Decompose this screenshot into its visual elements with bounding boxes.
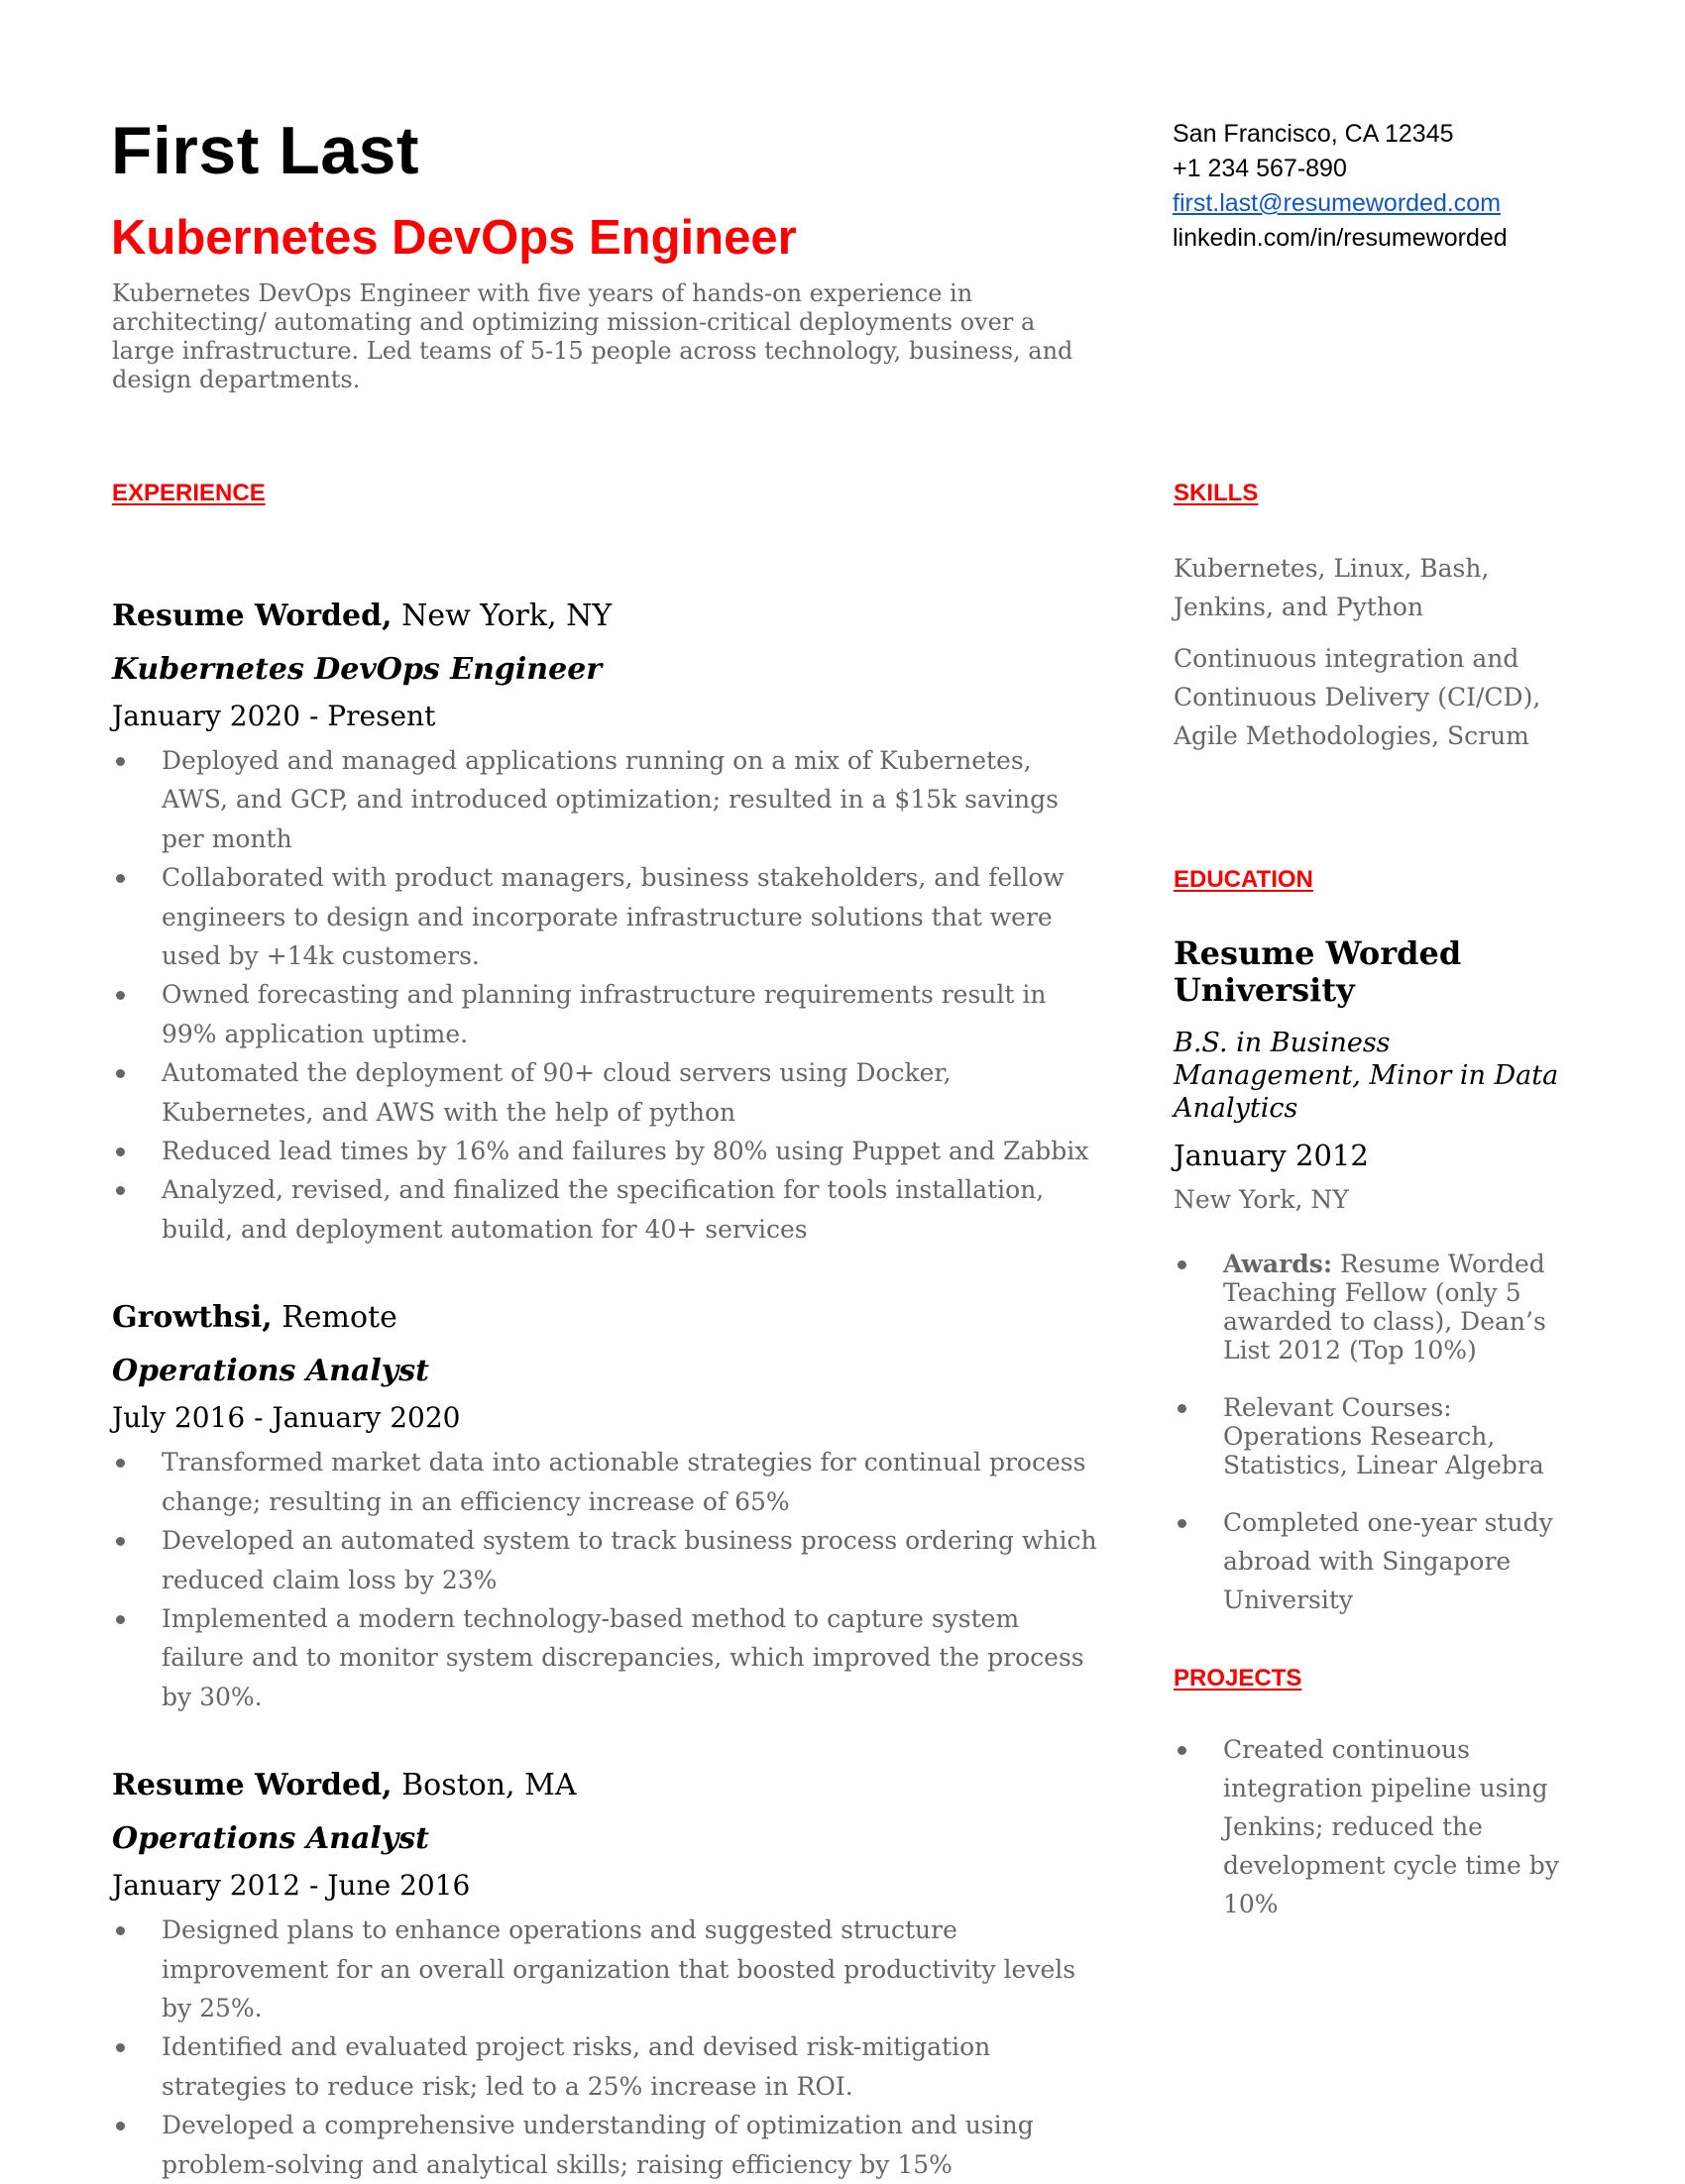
job-bullet: Owned forecasting and planning infrastru… [112, 975, 1103, 1053]
bullet-dot-icon [116, 1186, 125, 1196]
job-bullets: Designed plans to enhance operations and… [112, 1911, 1103, 2184]
bullet-dot-icon [116, 991, 125, 1001]
education-location: New York, NY [1174, 1185, 1349, 1214]
bullet-dot-icon [1178, 1519, 1186, 1528]
contact-location: San Francisco, CA 12345 [1173, 120, 1454, 148]
skills-item: Continuous integration and Continuous De… [1174, 644, 1541, 750]
projects-heading: PROJECTS [1174, 1665, 1302, 1692]
job-role: Operations Analyst [112, 1821, 429, 1857]
bullet-dot-icon [116, 757, 125, 766]
education-bullet: Awards: Resume Worded Teaching Fellow (o… [1174, 1250, 1570, 1365]
job-entry: Resume Worded, Boston, MA Operations Ana… [112, 1766, 1103, 2184]
job-dates: January 2020 - Present [112, 700, 436, 732]
contact-email-link[interactable]: first.last@resumeworded.com [1173, 189, 1501, 217]
job-location: New York, NY [392, 599, 613, 633]
education-bullet: Completed one-year study abroad with Sin… [1174, 1503, 1570, 1619]
bullet-dot-icon [116, 1459, 125, 1469]
job-bullet: Implemented a modern technology-based me… [112, 1599, 1103, 1716]
skills-item: Kubernetes, Linux, Bash, Jenkins, and Py… [1174, 554, 1490, 621]
contact-linkedin: linkedin.com/in/resumeworded [1173, 224, 1508, 252]
contact-block: San Francisco, CA 12345 +1 234 567-890 f… [1173, 117, 1508, 256]
project-bullet: Created continuous integration pipeline … [1174, 1730, 1570, 1923]
summary: Kubernetes DevOps Engineer with five yea… [112, 279, 1073, 393]
job-company: Growthsi, [112, 1300, 273, 1336]
job-role: Kubernetes DevOps Engineer [112, 652, 603, 687]
bullet-dot-icon [116, 1069, 125, 1079]
bullet-dot-icon [116, 1926, 125, 1936]
job-dates: January 2012 - June 2016 [112, 1869, 471, 1903]
job-bullet: Developed an automated system to track b… [112, 1521, 1103, 1599]
job-company-line: Resume Worded, Boston, MA [112, 1766, 1103, 1805]
job-location: Remote [272, 1300, 397, 1336]
bullet-dot-icon [116, 1614, 125, 1624]
job-location: Boston, MA [392, 1768, 577, 1803]
education-heading: EDUCATION [1174, 866, 1313, 893]
job-bullet: Developed a comprehensive understanding … [112, 2106, 1103, 2184]
job-dates: July 2016 - January 2020 [112, 1401, 461, 1435]
candidate-name: First Last [111, 113, 420, 188]
job-bullet: Automated the deployment of 90+ cloud se… [112, 1053, 1103, 1132]
education-date: January 2012 [1174, 1139, 1369, 1172]
bullet-dot-icon [1178, 1260, 1186, 1269]
job-company: Resume Worded, [112, 599, 393, 633]
education-section: Resume Worded University B.S. in Busines… [1174, 935, 1570, 1619]
bullet-dot-icon [116, 2122, 125, 2131]
resume-page: First Last Kubernetes DevOps Engineer Ku… [0, 0, 1685, 2180]
education-bullet: Relevant Courses: Operations Research, S… [1174, 1393, 1570, 1479]
job-bullet: Designed plans to enhance operations and… [112, 1911, 1103, 2027]
job-entry: Growthsi, Remote Operations Analyst July… [112, 1298, 1103, 1716]
job-bullet: Collaborated with product managers, busi… [112, 858, 1103, 975]
job-entry: Resume Worded, New York, NY Kubernetes D… [112, 597, 1103, 1249]
skills-heading: SKILLS [1174, 480, 1259, 506]
job-company-line: Growthsi, Remote [112, 1298, 1103, 1338]
education-degree: B.S. in Business Management, Minor in Da… [1174, 1028, 1559, 1124]
job-bullets: Deployed and managed applications runnin… [112, 741, 1103, 1249]
bullet-dot-icon [1178, 1746, 1186, 1755]
job-company-line: Resume Worded, New York, NY [112, 597, 1103, 636]
bullet-dot-icon [116, 1537, 125, 1547]
projects-bullets: Created continuous integration pipeline … [1174, 1730, 1570, 1923]
skills-section: Kubernetes, Linux, Bash, Jenkins, and Py… [1174, 549, 1570, 755]
experience-section: EXPERIENCE Resume Worded, New York, NY K… [112, 480, 1103, 2184]
bullet-dot-icon [116, 874, 125, 884]
job-bullet: Identified and evaluated project risks, … [112, 2027, 1103, 2106]
job-bullets: Transformed market data into actionable … [112, 1443, 1103, 1716]
experience-heading: EXPERIENCE [112, 480, 266, 506]
bullet-dot-icon [1178, 1404, 1186, 1413]
candidate-title: Kubernetes DevOps Engineer [111, 211, 797, 265]
job-company: Resume Worded, [112, 1768, 393, 1803]
job-bullet: Analyzed, revised, and finalized the spe… [112, 1170, 1103, 1249]
job-bullet: Transformed market data into actionable … [112, 1443, 1103, 1521]
job-role: Operations Analyst [112, 1354, 429, 1389]
sidebar: SKILLS Kubernetes, Linux, Bash, Jenkins,… [1174, 480, 1570, 1923]
education-school: Resume Worded University [1174, 934, 1462, 1009]
contact-phone: +1 234 567-890 [1173, 155, 1347, 182]
job-bullet: Deployed and managed applications runnin… [112, 741, 1103, 858]
education-bullets: Awards: Resume Worded Teaching Fellow (o… [1174, 1250, 1570, 1619]
bullet-dot-icon [116, 1147, 125, 1157]
job-bullet: Reduced lead times by 16% and failures b… [112, 1132, 1103, 1170]
bullet-dot-icon [116, 2043, 125, 2053]
